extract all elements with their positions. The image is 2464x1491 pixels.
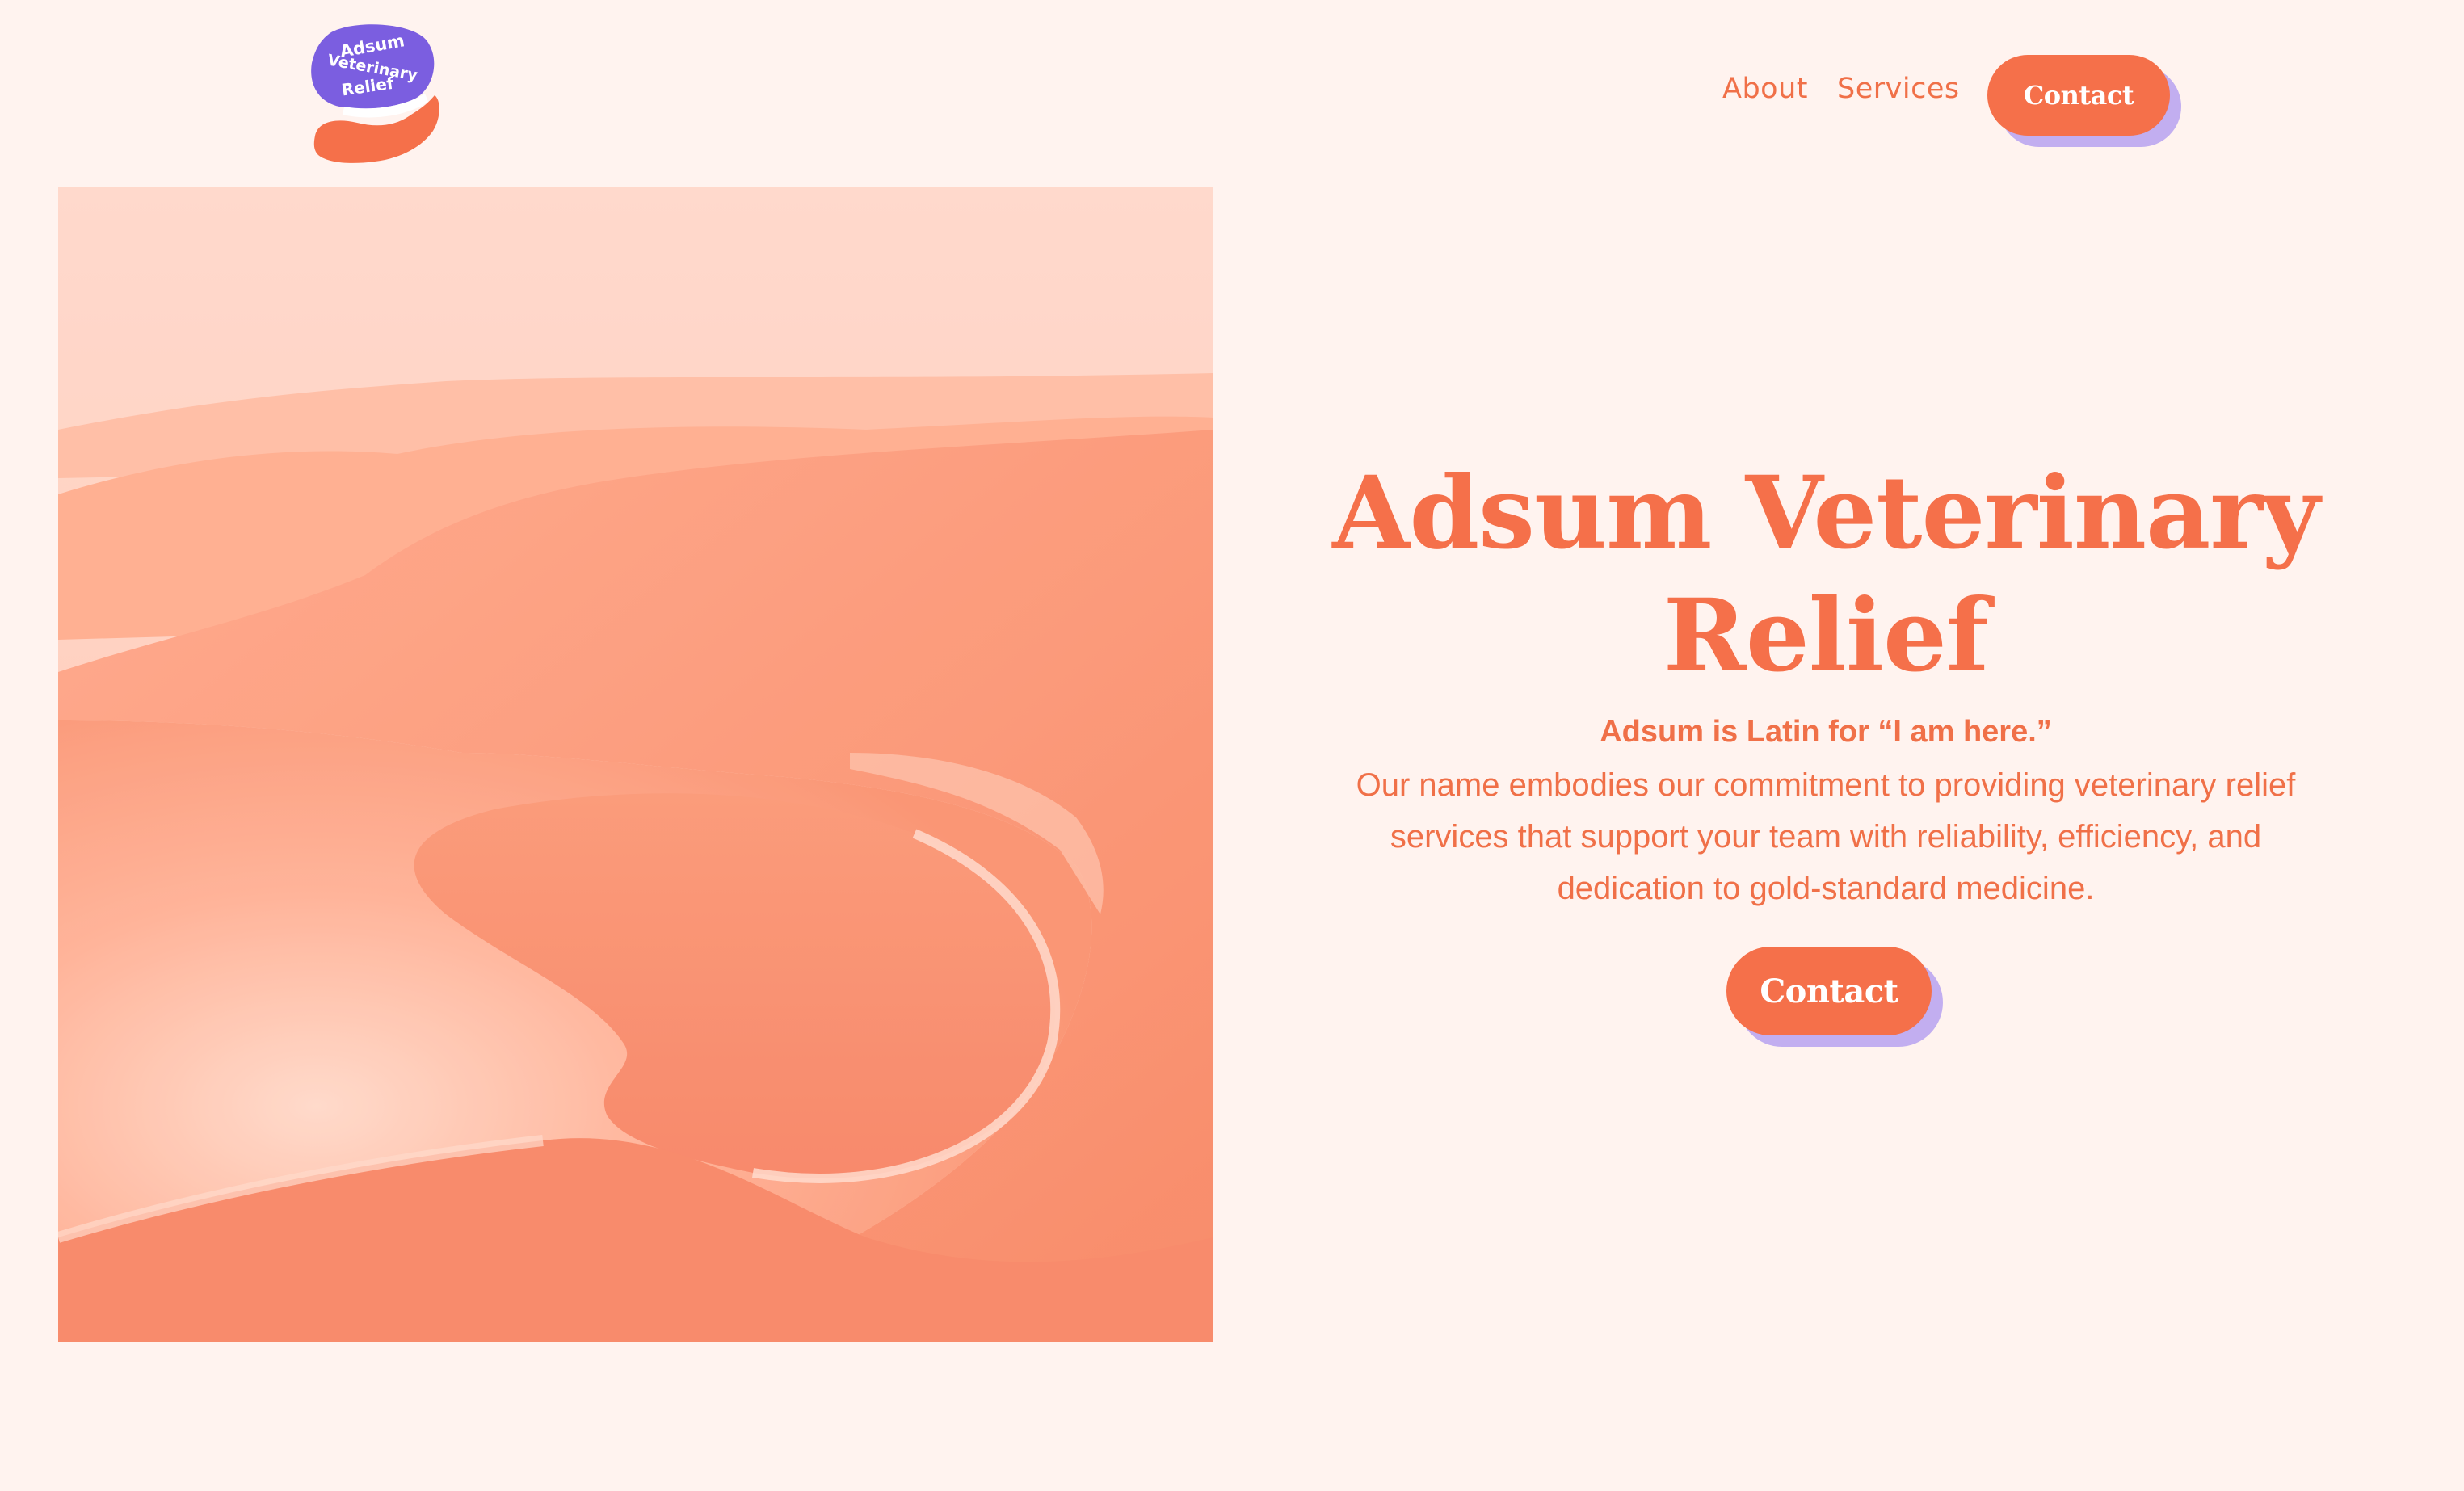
coastal-cliffs-aerial-photo: [58, 187, 1213, 1342]
hand-holding-speech-bubble-icon: Adsum Veterinary Relief: [311, 24, 439, 163]
nav-services-link[interactable]: Services: [1837, 73, 1960, 105]
hero-image: [58, 187, 1213, 1342]
hero-contact-button-wrap: Contact: [1726, 947, 1943, 1047]
page-title: Adsum Veterinary Relief: [1332, 455, 2319, 695]
brand-logo[interactable]: Adsum Veterinary Relief: [307, 23, 444, 165]
nav-contact-button-wrap: Contact: [1987, 55, 2181, 147]
hero-description: Our name embodies our commitment to prov…: [1356, 767, 2296, 906]
hero-contact-button[interactable]: Contact: [1726, 947, 1932, 1035]
hero-section: Adsum Veterinary Relief Adsum is Latin f…: [1325, 452, 2327, 914]
nav-about-link[interactable]: About: [1722, 73, 1808, 105]
nav-contact-button[interactable]: Contact: [1987, 55, 2170, 136]
site-header: Adsum Veterinary Relief About Services C…: [0, 0, 2464, 186]
hero-tagline: Adsum is Latin for “I am here.”: [1600, 715, 2052, 749]
